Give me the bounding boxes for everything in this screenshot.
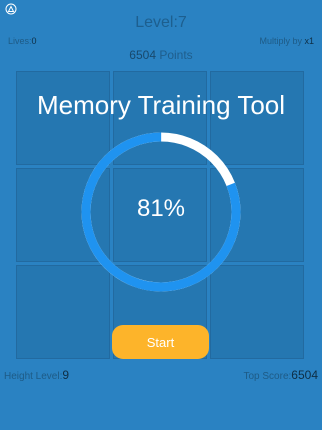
multiplier-indicator: Multiply by x1 [259, 36, 314, 46]
progress-percent: 81% [136, 195, 186, 222]
start-button[interactable]: Start [112, 325, 209, 359]
lives-label: Lives: [8, 36, 32, 46]
top-score-indicator: Top Score:6504 [243, 368, 318, 382]
height-level-value: 9 [62, 368, 70, 382]
top-score-value: 6504 [291, 368, 318, 382]
points-label: Points [156, 48, 193, 62]
lives-value: 0 [31, 36, 37, 46]
height-level-label: Height Level: [4, 371, 63, 382]
overlay-title: Memory Training Tool [36, 90, 286, 120]
level-indicator: Level:7 [0, 14, 322, 32]
multiply-value: x1 [304, 36, 314, 46]
lives-indicator: Lives:0 [8, 36, 37, 46]
level-label: Level: [135, 14, 178, 31]
top-score-label: Top Score: [243, 371, 292, 382]
points-value: 6504 [129, 48, 156, 62]
points-display: 6504 Points [0, 48, 322, 62]
multiply-label: Multiply by [259, 36, 305, 46]
level-value: 7 [177, 14, 187, 31]
height-level-indicator: Height Level:9 [4, 368, 69, 382]
